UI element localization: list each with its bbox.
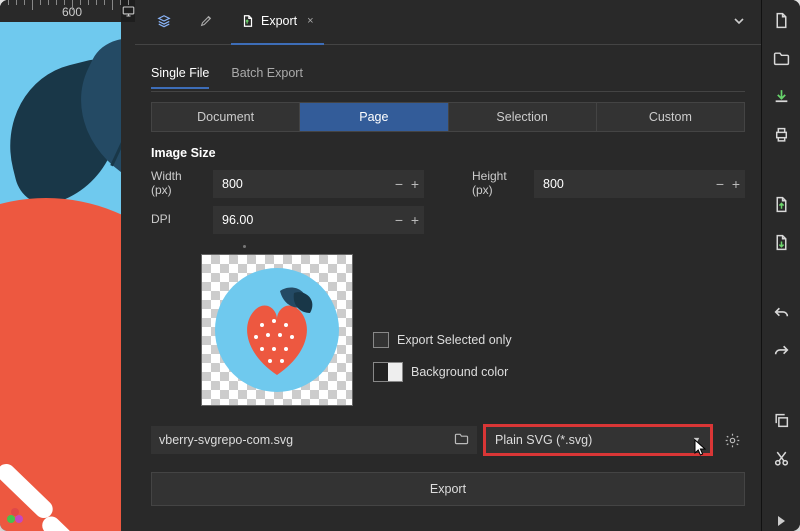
export-selected-label: Export Selected only	[397, 333, 512, 347]
dialog-tabbar: Export ×	[135, 0, 761, 45]
redo-icon[interactable]	[771, 340, 791, 360]
dpi-field[interactable]	[214, 213, 391, 227]
background-color-option[interactable]: Background color	[373, 362, 512, 382]
tab-export[interactable]: Export ×	[231, 0, 324, 45]
width-input[interactable]: − +	[213, 170, 424, 198]
canvas-pane: 600 70 // draw tick marks	[0, 0, 135, 531]
checkbox-icon	[373, 332, 389, 348]
height-field[interactable]	[535, 177, 712, 191]
subtab-batch-export[interactable]: Batch Export	[231, 66, 303, 89]
background-color-label: Background color	[411, 365, 508, 379]
mode-document[interactable]: Document	[151, 102, 300, 132]
width-decrement[interactable]: −	[391, 171, 407, 197]
color-swatch[interactable]	[373, 362, 403, 382]
width-field[interactable]	[214, 177, 391, 191]
cut-icon[interactable]	[771, 448, 791, 468]
export-preview	[201, 254, 353, 406]
height-input[interactable]: − +	[534, 170, 745, 198]
export-icon[interactable]	[771, 232, 791, 252]
width-label: Width (px)	[151, 170, 199, 198]
new-document-icon[interactable]	[771, 10, 791, 30]
close-icon[interactable]: ×	[307, 15, 313, 27]
save-icon[interactable]	[771, 86, 791, 106]
export-area-selector: Document Page Selection Custom	[151, 102, 745, 132]
export-format-dropdown[interactable]: Plain SVG (*.svg) ▼	[485, 426, 711, 454]
dpi-decrement[interactable]: −	[391, 207, 407, 233]
expand-toolbar-icon[interactable]	[771, 511, 791, 531]
export-mode-tabs: Single File Batch Export	[151, 57, 745, 92]
output-filename[interactable]: vberry-svgrepo-com.svg	[151, 426, 477, 454]
format-label: Plain SVG (*.svg)	[495, 433, 592, 447]
height-decrement[interactable]: −	[712, 171, 728, 197]
dpi-input[interactable]: − +	[213, 206, 424, 234]
vertical-scrollbar[interactable]	[121, 22, 135, 531]
folder-icon[interactable]	[454, 432, 469, 448]
width-increment[interactable]: +	[407, 171, 423, 197]
undo-icon[interactable]	[771, 302, 791, 322]
print-icon[interactable]	[771, 124, 791, 144]
export-dialog: Export × Single File Batch Export Docume…	[135, 0, 761, 531]
subtab-single-file[interactable]: Single File	[151, 66, 209, 89]
ruler-horizontal: 600 70 // draw tick marks	[0, 0, 121, 23]
section-image-size: Image Size	[151, 146, 745, 160]
export-selected-checkbox[interactable]: Export Selected only	[373, 332, 512, 348]
dpi-increment[interactable]: +	[407, 207, 423, 233]
copy-icon[interactable]	[771, 410, 791, 430]
collapse-panel-icon[interactable]	[729, 9, 749, 36]
import-icon[interactable]	[771, 194, 791, 214]
dpi-label: DPI	[151, 213, 199, 227]
tab-export-label: Export	[261, 14, 297, 28]
chevron-down-icon: ▼	[692, 435, 701, 445]
export-settings-icon[interactable]	[719, 427, 745, 453]
display-icon[interactable]	[121, 3, 135, 19]
filename-text: vberry-svgrepo-com.svg	[159, 433, 293, 447]
color-circles-icon[interactable]	[5, 506, 25, 526]
height-label: Height (px)	[472, 170, 520, 198]
canvas-viewport[interactable]	[0, 22, 121, 531]
mode-custom[interactable]: Custom	[597, 102, 745, 132]
open-folder-icon[interactable]	[771, 48, 791, 68]
mode-selection[interactable]: Selection	[449, 102, 597, 132]
tab-edit[interactable]	[189, 0, 223, 45]
right-toolbar	[761, 0, 800, 531]
height-increment[interactable]: +	[728, 171, 744, 197]
tab-layers[interactable]	[147, 0, 181, 45]
export-button[interactable]: Export	[151, 472, 745, 506]
mode-page[interactable]: Page	[300, 102, 448, 132]
